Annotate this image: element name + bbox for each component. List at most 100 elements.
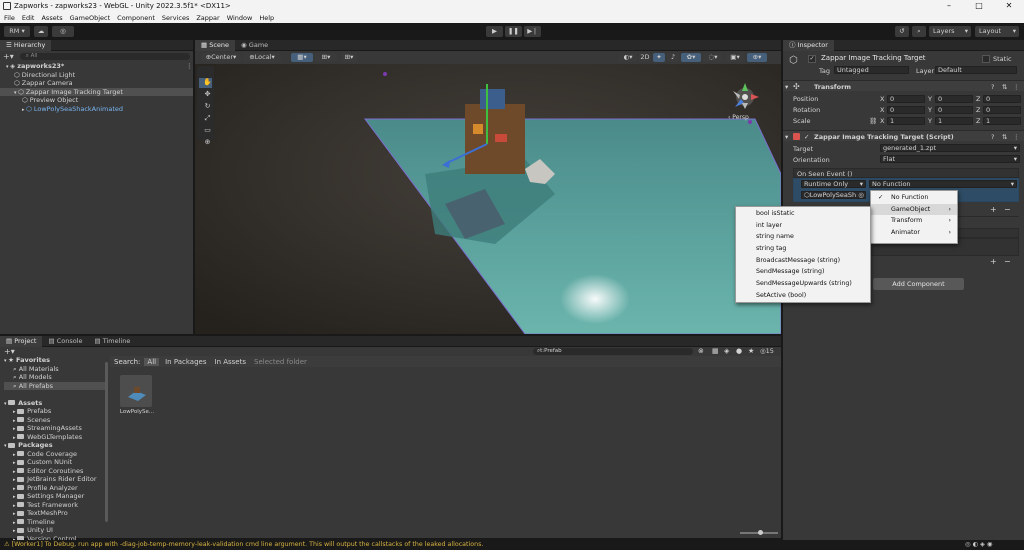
scope-assets[interactable]: In Assets	[215, 358, 247, 366]
menu-help[interactable]: Help	[259, 14, 274, 22]
help-icon[interactable]: ?	[991, 133, 994, 141]
filter-label-icon[interactable]: ◈	[724, 347, 729, 355]
scene-viewport[interactable]	[195, 64, 781, 334]
more-icon[interactable]: ⋮	[1013, 133, 1020, 141]
hierarchy-item[interactable]: ⬡ Zappar Camera	[0, 79, 193, 88]
project-tree-item[interactable]: ▸ Settings Manager	[4, 492, 106, 501]
project-tree-item[interactable]: ▸ Unity UI	[4, 526, 106, 535]
menu-window[interactable]: Window	[227, 14, 253, 22]
close-icon[interactable]: ⊗	[698, 347, 704, 355]
tab-console[interactable]: ▤ Console	[42, 336, 88, 347]
project-tree-item[interactable]: ▸ TextMeshPro	[4, 509, 106, 518]
gameobject-menu-item[interactable]: SetActive (bool)	[736, 290, 870, 302]
more-icon[interactable]: ⋮	[1013, 83, 1020, 91]
lighting-toggle-icon[interactable]: ✦	[653, 53, 665, 62]
event-object-field[interactable]: ⬡LowPolySeaSh ◎	[801, 191, 866, 199]
gizmos-toggle-icon[interactable]: ⊕▾	[747, 53, 767, 62]
more-icon[interactable]: ⋮	[186, 62, 193, 71]
project-tree-item[interactable]: ▸ Prefabs	[4, 407, 106, 416]
2d-toggle-button[interactable]: 2D	[639, 53, 651, 62]
hierarchy-search-input[interactable]: ⌕ All	[19, 52, 190, 60]
gameobject-menu-item[interactable]: bool isStatic	[736, 208, 870, 220]
layout-dropdown[interactable]: Layout ▾	[975, 26, 1019, 37]
grid-snap-button[interactable]: ▦▾	[291, 53, 313, 62]
transform-z-field[interactable]: 1	[983, 117, 1021, 125]
layer-dropdown[interactable]: Default	[935, 66, 1017, 74]
pivot-dropdown[interactable]: ⊕Center▾	[201, 53, 241, 62]
transform-tool-icon[interactable]: ⊕	[201, 136, 214, 148]
transform-x-field[interactable]: 0	[887, 95, 925, 103]
transform-z-field[interactable]: 0	[983, 95, 1021, 103]
function-menu-item[interactable]: Transform ›	[871, 215, 957, 227]
project-tree-item[interactable]: ▸ WebGLTemplates	[4, 433, 106, 442]
gameobject-menu-item[interactable]: string name	[736, 231, 870, 243]
tree-scrollbar[interactable]	[104, 356, 109, 526]
add-event-button-2[interactable]: +	[990, 257, 997, 266]
visibility-icon[interactable]: ◎15	[760, 347, 774, 355]
hierarchy-item[interactable]: ⬡ Directional Light	[0, 71, 193, 80]
add-asset-icon[interactable]: +▾	[4, 347, 15, 356]
tab-timeline[interactable]: ▤ Timeline	[89, 336, 137, 347]
transform-header[interactable]: ▾ ✣ Transform ? ⇅ ⋮	[783, 80, 1024, 91]
transform-y-field[interactable]: 0	[935, 95, 973, 103]
minimize-button[interactable]: –	[934, 0, 964, 12]
close-button[interactable]: ✕	[994, 0, 1024, 12]
active-checkbox[interactable]: ✓	[808, 55, 816, 63]
script-enabled-checkbox[interactable]: ✓	[804, 133, 809, 141]
rotate-tool-icon[interactable]: ↻	[201, 100, 214, 112]
camera-settings-icon[interactable]: ▣▾	[725, 53, 745, 62]
runtime-dropdown[interactable]: Runtime Only ▾	[801, 180, 866, 188]
add-component-button[interactable]: Add Component	[873, 278, 964, 290]
project-search-input[interactable]: ⌕t:Prefab	[533, 348, 693, 355]
audio-toggle-icon[interactable]: ♪	[667, 53, 679, 62]
target-dropdown[interactable]: generated_1.zpt ▾	[880, 144, 1020, 152]
filter-type-icon[interactable]: ▦	[712, 347, 719, 355]
tab-project[interactable]: ▤ Project	[0, 335, 43, 347]
function-dropdown[interactable]: No Function ▾	[869, 180, 1017, 188]
gameobject-menu-item[interactable]: string tag	[736, 243, 870, 255]
function-menu-item[interactable]: ✓ No Function	[871, 192, 957, 204]
object-name-field[interactable]: Zappar Image Tracking Target	[821, 54, 926, 62]
status-bar[interactable]: ⚠ [Worker1] To Debug, run app with -diag…	[0, 540, 1024, 550]
gameobject-menu-item[interactable]: SendMessage (string)	[736, 266, 870, 278]
project-tree-item[interactable]: ⌕ All Prefabs	[4, 381, 106, 390]
hierarchy-item[interactable]: ⬡ Preview Object	[0, 96, 193, 105]
help-icon[interactable]: ?	[991, 83, 994, 91]
transform-x-field[interactable]: 0	[887, 106, 925, 114]
preset-icon[interactable]: ⇅	[1002, 133, 1007, 141]
project-tree-item[interactable]: ▸ Code Coverage	[4, 450, 106, 459]
project-tree-item[interactable]: ⌕ All Materials	[4, 365, 106, 374]
step-button[interactable]: ▶❘	[524, 26, 541, 37]
persp-label[interactable]: ‹ Persp	[728, 114, 749, 121]
scope-selected-folder[interactable]: Selected folder	[254, 358, 307, 366]
function-menu-item[interactable]: GameObject ›	[871, 203, 957, 216]
add-icon[interactable]: +▾	[3, 52, 14, 61]
history-icon[interactable]: ↺	[895, 26, 909, 37]
transform-z-field[interactable]: 0	[983, 106, 1021, 114]
static-checkbox[interactable]	[982, 55, 990, 63]
tab-scene[interactable]: ▦ Scene	[195, 40, 236, 51]
project-tree-item[interactable]: ▸ Test Framework	[4, 501, 106, 510]
project-tree-item[interactable]: ▾ Packages	[4, 441, 106, 450]
gameobject-menu-item[interactable]: SendMessageUpwards (string)	[736, 278, 870, 290]
project-tree-item[interactable]: ▸ Editor Coroutines	[4, 467, 106, 476]
hierarchy-item[interactable]: ▾ ◈ zapworks23* ⋮	[0, 62, 193, 71]
warning-filter-icon[interactable]: ●	[736, 347, 742, 355]
gameobject-menu-item[interactable]: int layer	[736, 220, 870, 232]
star-icon[interactable]: ★	[748, 347, 754, 355]
menu-edit[interactable]: Edit	[22, 14, 35, 22]
transform-y-field[interactable]: 0	[935, 106, 973, 114]
remove-event-button[interactable]: −	[1004, 205, 1011, 214]
project-tree-item[interactable]: ▾ ★ Favorites	[4, 356, 106, 365]
zoom-slider[interactable]	[740, 530, 778, 535]
tab-hierarchy[interactable]: ☰ Hierarchy	[0, 39, 52, 51]
increment-snap-icon[interactable]: ⊞▾	[341, 53, 357, 62]
play-button[interactable]: ▶	[486, 26, 503, 37]
scale-tool-icon[interactable]: ⤢	[201, 112, 214, 124]
hierarchy-item[interactable]: ▸ ⬡ LowPolySeaShackAnimated	[0, 105, 193, 114]
hidden-objects-icon[interactable]: ◌▾	[703, 53, 723, 62]
scope-packages[interactable]: In Packages	[165, 358, 206, 366]
gameobject-menu-item[interactable]: BroadcastMessage (string)	[736, 255, 870, 267]
account-button[interactable]: RM ▾	[4, 26, 30, 37]
menu-file[interactable]: File	[4, 14, 15, 22]
